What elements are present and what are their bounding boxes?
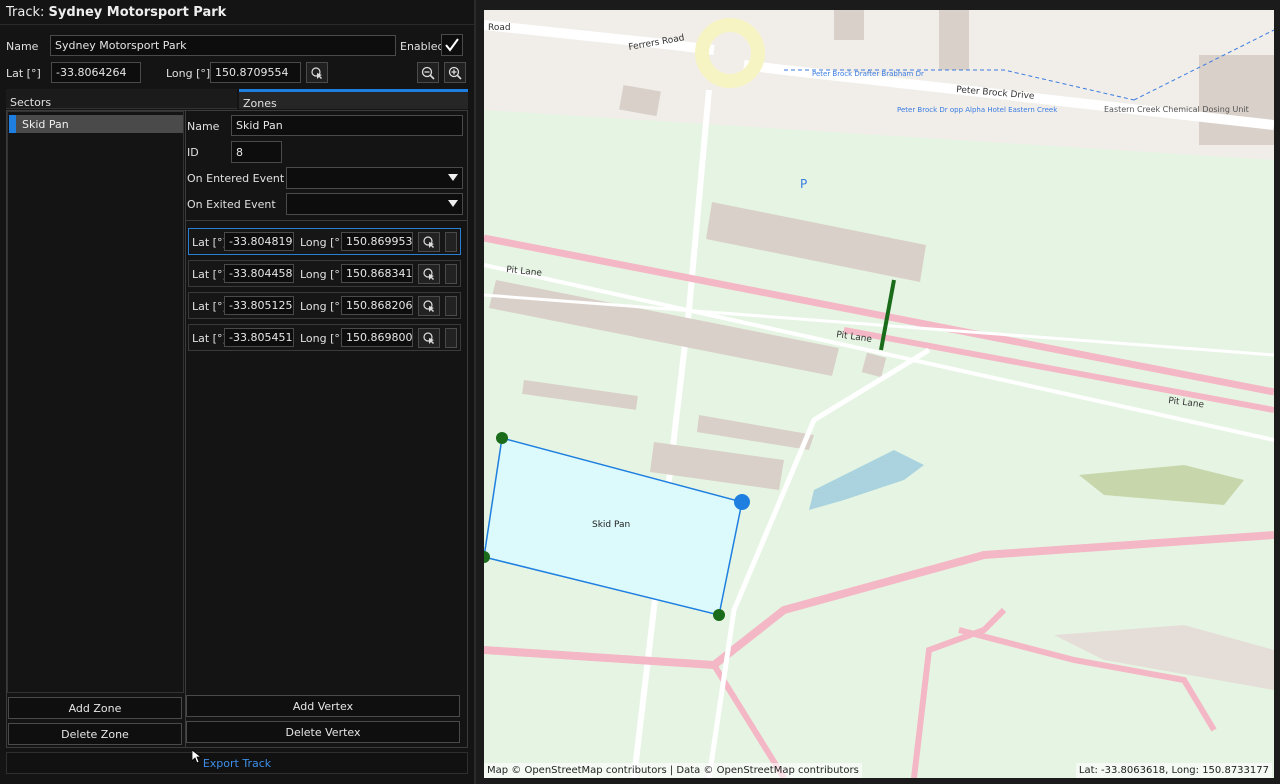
map-attribution: Map © OpenStreetMap contributors | Data … [484,763,862,778]
selection-marker [9,115,16,133]
export-track-button[interactable]: Export Track [6,752,468,774]
vertex-row[interactable]: Lat [°] -33.8054515 Long [°] 150.8698005 [188,324,461,351]
add-vertex-button[interactable]: Add Vertex [186,695,460,717]
map-view[interactable]: Road Ferrers Road Peter Brock Drive Pete… [484,10,1274,778]
vertex-handle[interactable] [496,432,508,444]
entered-event-select[interactable] [286,167,463,189]
zone-name-label: Name [187,120,220,133]
map-label: Road [488,23,511,33]
vertex-lat-input[interactable]: -33.8054515 [224,328,294,347]
pick-cursor-icon [423,300,434,312]
vertex-lat-label: Lat [°] [192,300,227,313]
vertex-order-spinner[interactable] [445,328,457,348]
chevron-down-icon [448,200,458,207]
chevron-down-icon [448,174,458,181]
tab-sectors[interactable]: Sectors [6,89,237,109]
delete-zone-button[interactable]: Delete Zone [8,723,182,745]
vertex-row[interactable]: Lat [°] -33.8051255 Long [°] 150.8682065 [188,292,461,319]
track-long-input[interactable]: 150.8709554 [210,62,301,83]
track-editor-panel: Track: Sydney Motorsport Park Name Sydne… [0,0,474,784]
zone-label: Skid Pan [592,520,630,530]
vertex-long-input[interactable]: 150.8683414 [341,264,413,283]
map-label: Eastern Creek Chemical Dosing Unit [1104,105,1249,114]
cursor-coordinates: Lat: -33.8063618, Long: 150.8733177 [1075,763,1272,778]
pane-splitter[interactable] [474,0,476,784]
vertex-row[interactable]: Lat [°] -33.8044581 Long [°] 150.8683414 [188,260,461,287]
vertex-lat-input[interactable]: -33.8051255 [224,296,294,315]
enabled-checkbox[interactable] [441,34,463,56]
vertex-handle[interactable] [734,494,750,510]
entered-event-label: On Entered Event [187,172,285,185]
vertex-lat-input[interactable]: -33.8048198 [224,232,294,251]
pick-location-button[interactable] [306,62,328,83]
vertex-long-label: Long [°] [300,300,345,313]
add-zone-button[interactable]: Add Zone [8,697,182,719]
vertex-pick-button[interactable] [418,328,440,348]
track-lat-label: Lat [°] [6,67,41,80]
building [1199,55,1274,145]
map-label: Peter Brock Drafter Brabham Dr [812,70,924,78]
detail-divider [185,111,186,747]
title-divider [0,24,474,25]
vertex-pick-button[interactable] [418,264,440,284]
vertex-lat-input[interactable]: -33.8044581 [224,264,294,283]
zone-id-label: ID [187,146,199,159]
zones-list[interactable]: Skid Pan [7,111,184,693]
vertex-pick-button[interactable] [418,296,440,316]
vertex-handle[interactable] [713,609,725,621]
vertex-lat-label: Lat [°] [192,268,227,281]
map-label: Peter Brock Dr opp Alpha Hotel Eastern C… [897,106,1058,114]
vertex-long-input[interactable]: 150.8699538 [341,232,413,251]
pick-cursor-icon [423,268,434,280]
vertex-pick-button[interactable] [418,232,440,252]
pick-cursor-icon [311,66,322,79]
zoom-out-button[interactable] [417,62,439,83]
zoom-out-icon [421,66,435,80]
vertex-order-spinner[interactable] [445,232,457,252]
delete-vertex-button[interactable]: Delete Vertex [186,721,460,743]
enabled-label: Enabled [400,40,445,53]
vertex-row[interactable]: Lat [°] -33.8048198 Long [°] 150.8699538 [188,228,461,255]
building [939,10,969,70]
zoom-in-icon [448,66,462,80]
vertex-lat-label: Lat [°] [192,236,227,249]
map-label: P [800,177,807,191]
track-name-input[interactable]: Sydney Motorsport Park [50,35,396,56]
map-canvas[interactable]: Road Ferrers Road Peter Brock Drive Pete… [484,10,1274,778]
zone-name-input[interactable]: Skid Pan [231,115,463,136]
vertex-lat-label: Lat [°] [192,332,227,345]
vertex-order-spinner[interactable] [445,296,457,316]
list-item[interactable]: Skid Pan [9,115,183,133]
tab-zones[interactable]: Zones [239,89,468,110]
track-lat-input[interactable]: -33.8064264 [51,62,141,83]
panel-title: Track: Sydney Motorsport Park [6,5,227,20]
exited-event-select[interactable] [286,193,463,215]
vertex-long-label: Long [°] [300,268,345,281]
mouse-cursor-icon [192,750,202,764]
vertex-long-label: Long [°] [300,236,345,249]
track-name-label: Name [6,40,39,53]
vertex-long-input[interactable]: 150.8682065 [341,296,413,315]
vertex-long-label: Long [°] [300,332,345,345]
exited-event-label: On Exited Event [187,198,276,211]
track-long-label: Long [°] [166,67,211,80]
vertex-order-spinner[interactable] [445,264,457,284]
vertex-divider [186,220,467,221]
zone-id-input[interactable]: 8 [231,141,282,163]
zone-item-label: Skid Pan [22,118,69,131]
building [834,10,864,40]
pick-cursor-icon [423,332,434,344]
zoom-in-button[interactable] [444,62,466,83]
vertex-long-input[interactable]: 150.8698005 [341,328,413,347]
pick-cursor-icon [423,236,434,248]
check-icon [445,38,459,52]
